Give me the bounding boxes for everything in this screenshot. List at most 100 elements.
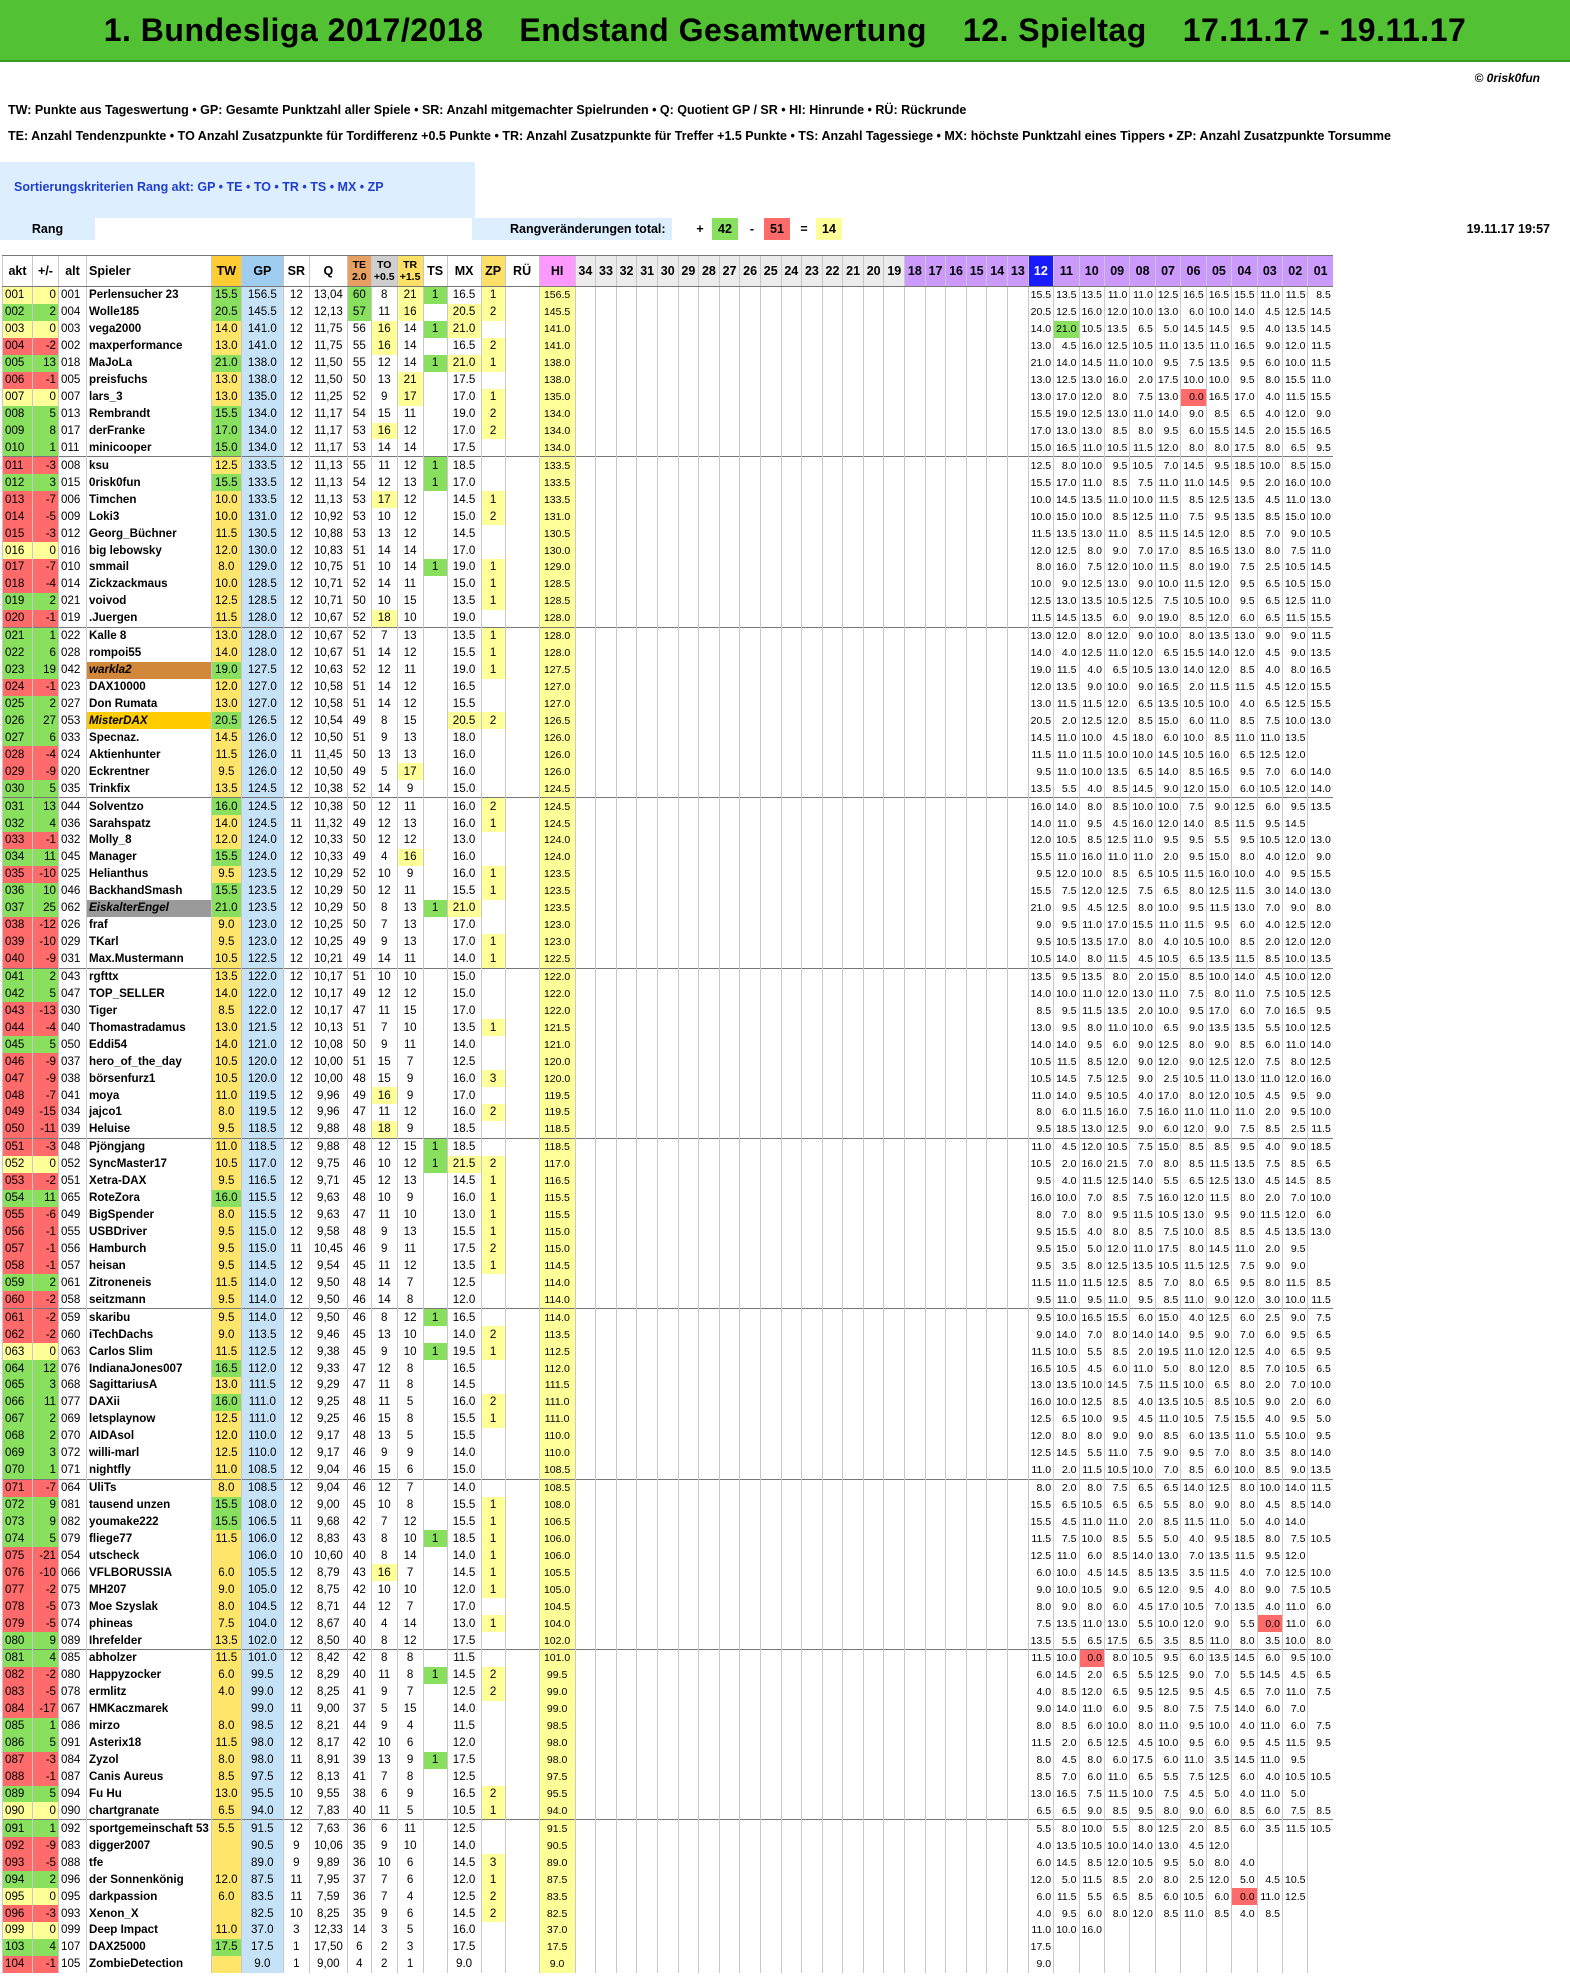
round-cell bbox=[780, 933, 802, 951]
round-score: 11.5 bbox=[1307, 1291, 1333, 1309]
round-score: 8.0 bbox=[1282, 1444, 1308, 1462]
player-name: RoteZora bbox=[86, 1189, 212, 1207]
round-score: 11.0 bbox=[1205, 337, 1232, 355]
round-score: 14.5 bbox=[1231, 422, 1258, 440]
ru-value bbox=[504, 746, 540, 764]
round-cell bbox=[759, 1922, 782, 1939]
round-cell bbox=[862, 865, 884, 883]
round-cell bbox=[759, 1700, 782, 1718]
q-value: 8,91 bbox=[308, 1751, 348, 1769]
round-cell bbox=[656, 967, 679, 986]
round-cell bbox=[965, 508, 987, 526]
round-score: 14.5 bbox=[1053, 609, 1080, 628]
hi-value: 115.5 bbox=[538, 1189, 576, 1207]
round-cell bbox=[698, 626, 720, 645]
gp-value: 82.5 bbox=[240, 1905, 284, 1922]
round-cell bbox=[842, 899, 864, 917]
round-score: 11.0 bbox=[1078, 916, 1105, 934]
round-score: 13.5 bbox=[1027, 967, 1054, 986]
round-cell bbox=[677, 1002, 699, 1020]
round-cell bbox=[656, 1393, 679, 1411]
table-row: 070 1 071 nightfly 11.0 108.5 12 9,04 46 15 6 15.0 1… bbox=[2, 1461, 1333, 1480]
to-value: 11 bbox=[370, 1377, 398, 1394]
round-cell bbox=[656, 508, 679, 526]
rank-previous: 040 bbox=[58, 1019, 87, 1037]
ru-value bbox=[504, 1240, 540, 1258]
round-cell bbox=[883, 542, 905, 559]
round-score: 12.0 bbox=[1231, 1291, 1258, 1309]
round-cell bbox=[698, 1070, 720, 1088]
round-score: 8.0 bbox=[1154, 1700, 1181, 1718]
hi-value: 98.5 bbox=[538, 1717, 576, 1735]
round-cell bbox=[595, 371, 617, 389]
player-name: Carlos Slim bbox=[86, 1343, 212, 1361]
round-cell bbox=[904, 1751, 926, 1769]
round-cell bbox=[759, 1905, 782, 1922]
round-cell bbox=[924, 1598, 946, 1616]
gp-value: 115.0 bbox=[240, 1223, 284, 1241]
rank-current: 065 bbox=[2, 1377, 33, 1394]
round-cell bbox=[904, 644, 926, 662]
round-cell bbox=[986, 1240, 1008, 1258]
player-name: .Juergen bbox=[86, 609, 212, 628]
round-score: 12.0 bbox=[1282, 1070, 1308, 1088]
sr-value: 12 bbox=[282, 1002, 310, 1020]
round-cell bbox=[718, 609, 740, 628]
round-cell bbox=[821, 1888, 843, 1906]
player-name: willi-marl bbox=[86, 1444, 212, 1462]
round-score: 9.0 bbox=[1053, 575, 1080, 593]
round-cell bbox=[801, 1360, 823, 1377]
gp-value: 104.0 bbox=[240, 1615, 284, 1633]
round-score: 10.0 bbox=[1053, 1648, 1080, 1667]
round-score: 14.0 bbox=[1231, 303, 1258, 321]
round-cell bbox=[574, 1871, 596, 1889]
tr-value: 12 bbox=[396, 832, 424, 849]
q-value: 11,17 bbox=[308, 422, 348, 440]
tw-value: 9.0 bbox=[210, 916, 242, 934]
round-score: 5.0 bbox=[1053, 1871, 1080, 1889]
hi-value: 122.0 bbox=[538, 985, 576, 1003]
round-score: 12.0 bbox=[1282, 1206, 1308, 1224]
round-cell bbox=[801, 337, 823, 355]
round-cell bbox=[595, 1717, 617, 1735]
table-row: 057 -1 056 Hamburch 9.5 115.0 11 10,45 46 9 11 17.5… bbox=[2, 1240, 1333, 1258]
round-cell bbox=[1007, 1581, 1029, 1599]
round-cell bbox=[862, 592, 884, 610]
timestamp: 19.11.17 19:57 bbox=[1466, 222, 1550, 236]
round-cell bbox=[862, 371, 884, 389]
round-cell bbox=[780, 1581, 802, 1599]
round-cell bbox=[636, 422, 658, 440]
te-value: 42 bbox=[346, 1734, 372, 1752]
round-score: 15.5 bbox=[1282, 422, 1308, 440]
round-cell bbox=[965, 882, 987, 900]
round-score: 8.0 bbox=[1231, 1632, 1258, 1650]
ru-value bbox=[504, 1478, 540, 1497]
round-cell bbox=[698, 1326, 720, 1344]
q-value: 9,63 bbox=[308, 1206, 348, 1224]
ts-value bbox=[422, 1291, 448, 1309]
rank-previous: 044 bbox=[58, 797, 87, 816]
round-cell bbox=[698, 712, 720, 730]
gp-value: 119.5 bbox=[240, 1087, 284, 1104]
round-score: 14.0 bbox=[1053, 1087, 1080, 1104]
round-score: 13.5 bbox=[1307, 1461, 1333, 1480]
rank-change: 9 bbox=[32, 1632, 59, 1650]
round-cell bbox=[862, 525, 884, 543]
round-score: 11.0 bbox=[1103, 848, 1130, 866]
player-name: Perlensucher 23 bbox=[86, 286, 212, 304]
round-score: 8.5 bbox=[1180, 609, 1207, 628]
round-score: 12.5 bbox=[1256, 746, 1283, 764]
round-cell bbox=[1007, 1632, 1029, 1650]
hi-value: 126.0 bbox=[538, 729, 576, 747]
tr-value: 8 bbox=[396, 1768, 424, 1786]
round-score: 13.5 bbox=[1180, 337, 1207, 355]
q-value: 10,38 bbox=[308, 780, 348, 798]
round-score: 6.0 bbox=[1103, 609, 1130, 628]
round-score: 10.0 bbox=[1027, 508, 1054, 526]
round-score: 6.0 bbox=[1180, 422, 1207, 440]
round-score: 17.0 bbox=[1205, 1002, 1232, 1020]
rank-change-row: Rang Rangveränderungen total: + 42 - 51 … bbox=[0, 218, 1570, 240]
mx-value: 18.5 bbox=[446, 1120, 482, 1139]
round-cell bbox=[677, 1530, 699, 1548]
hi-value: 111.5 bbox=[538, 1377, 576, 1394]
